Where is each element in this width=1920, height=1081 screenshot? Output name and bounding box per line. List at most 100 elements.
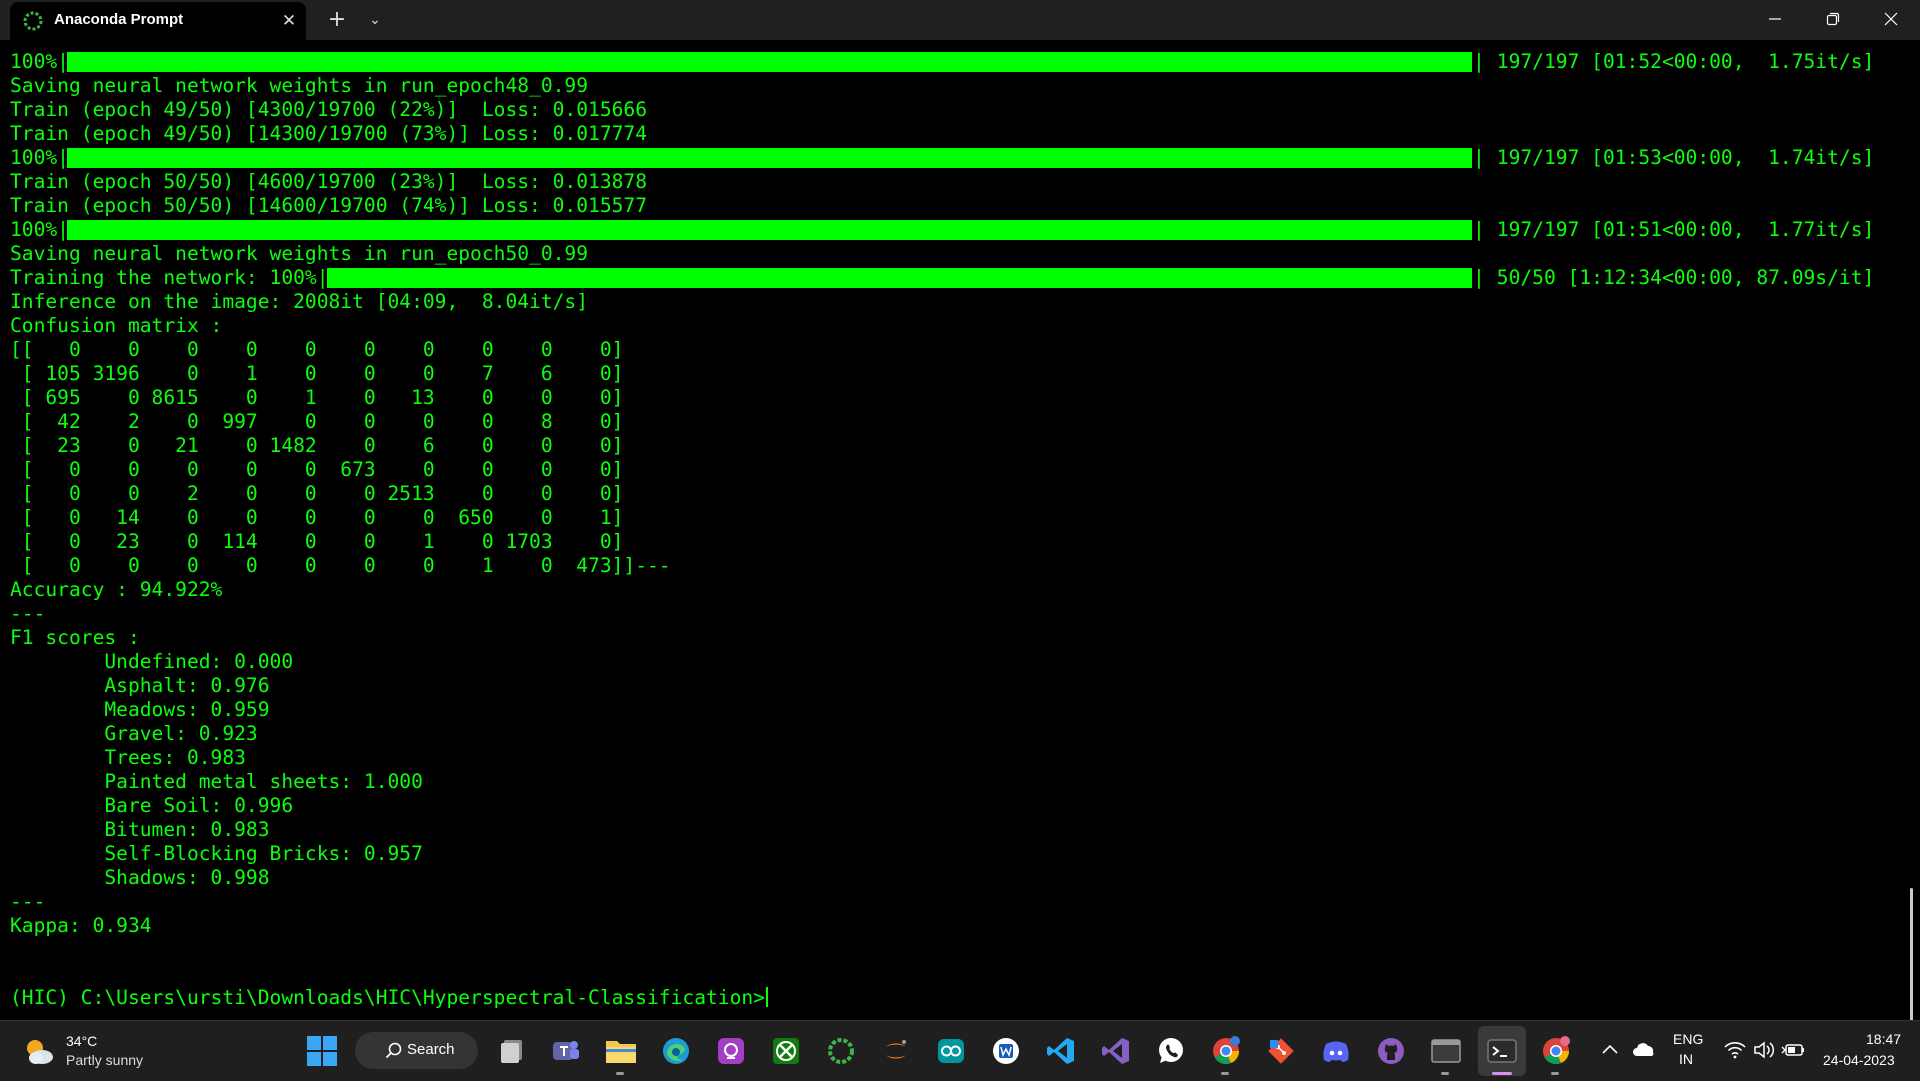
progress-bar-fill (67, 148, 1472, 168)
output-line: [ 0 0 0 0 0 673 0 0 0 0] (10, 458, 624, 481)
anaconda-icon[interactable] (824, 1034, 858, 1068)
output-line: [ 0 14 0 0 0 0 0 650 0 1] (10, 506, 624, 529)
arduino-icon[interactable] (934, 1034, 968, 1068)
output-line: --- (10, 602, 46, 625)
close-icon (1884, 12, 1898, 26)
output-line: Shadows: 0.998 (10, 866, 270, 889)
progress-bar-fill (327, 268, 1472, 288)
word-icon[interactable] (989, 1034, 1023, 1068)
visual-studio-icon[interactable] (1099, 1034, 1133, 1068)
output-line: Bare Soil: 0.996 (10, 794, 294, 817)
restore-icon (1826, 12, 1840, 26)
git-icon[interactable] (1264, 1034, 1298, 1068)
chrome-running-indicator (1221, 1072, 1229, 1075)
chrome-profile-icon[interactable] (1539, 1034, 1573, 1068)
discord-icon[interactable] (1319, 1034, 1353, 1068)
output-line: [ 0 0 2 0 0 0 2513 0 0 0] (10, 482, 624, 505)
output-line: Inference on the image: 2008it [04:09, 8… (10, 290, 589, 313)
xbox-icon[interactable] (769, 1034, 803, 1068)
terminal-active-indicator (1492, 1072, 1512, 1075)
prompt-path: (HIC) C:\Users\ursti\Downloads\HIC\Hyper… (10, 986, 765, 1009)
windows-icon (307, 1036, 337, 1066)
taskbar-search[interactable]: Search (355, 1032, 478, 1069)
show-hidden-icons-icon[interactable] (1597, 1036, 1623, 1062)
restore-button[interactable] (1804, 0, 1862, 38)
output-line: Kappa: 0.934 (10, 914, 152, 937)
whatsapp-icon[interactable] (1154, 1034, 1188, 1068)
output-line: --- (10, 890, 46, 913)
file-explorer-running-indicator (616, 1072, 624, 1075)
taskbar: 34°C Partly sunny Search ENG IN 18:47 24… (0, 1020, 1920, 1081)
vscode-icon[interactable] (1044, 1034, 1078, 1068)
start-button[interactable] (306, 1035, 338, 1067)
output-line: [[ 0 0 0 0 0 0 0 0 0 0] (10, 338, 624, 361)
weather-temperature: 34°C (66, 1033, 98, 1049)
output-line: Asphalt: 0.976 (10, 674, 270, 697)
progress-stats: 197/197 [01:51<00:00, 1.77it/s] (1485, 218, 1875, 241)
weather-description: Partly sunny (66, 1052, 144, 1068)
tab-anaconda-prompt[interactable]: Anaconda Prompt ✕ (10, 2, 306, 40)
output-line: Accuracy : 94.922% (10, 578, 223, 601)
output-line: Confusion matrix : (10, 314, 223, 337)
terminal-output[interactable]: 100%| | 197/197 [01:52<00:00, 1.75it/s] Sa… (0, 40, 1920, 1020)
terminal-icon[interactable] (1478, 1026, 1526, 1076)
progress-bar-end: | (1473, 146, 1485, 169)
progress-bar-fill (67, 220, 1472, 240)
weather-widget[interactable]: 34°C Partly sunny (22, 1031, 182, 1073)
output-line: Self-Blocking Bricks: 0.957 (10, 842, 423, 865)
language-indicator[interactable]: ENG (1673, 1031, 1703, 1047)
progress-prefix: 100%| (10, 218, 69, 241)
command-prompt[interactable]: (HIC) C:\Users\ursti\Downloads\HIC\Hyper… (10, 986, 1905, 1010)
output-line: Train (epoch 49/50) [4300/19700 (22%)] L… (10, 98, 648, 121)
progress-bar-end: | (1473, 218, 1485, 241)
terminal-content: 100%| | 197/197 [01:52<00:00, 1.75it/s] Sa… (10, 50, 1905, 1010)
output-line: Trees: 0.983 (10, 746, 246, 769)
jupyter-icon[interactable] (879, 1034, 913, 1068)
progress-line: 100%| | 197/197 [01:52<00:00, 1.75it/s] (10, 50, 1905, 74)
output-line: Painted metal sheets: 1.000 (10, 770, 423, 793)
wifi-icon[interactable] (1721, 1036, 1749, 1064)
terminal-scrollbar[interactable] (1910, 888, 1913, 1020)
edge-icon[interactable] (659, 1034, 693, 1068)
output-line: Gravel: 0.923 (10, 722, 258, 745)
tab-title: Anaconda Prompt (54, 11, 184, 28)
volume-icon[interactable] (1750, 1036, 1778, 1064)
progress-bar-fill (67, 52, 1472, 72)
output-line: [ 695 0 8615 0 1 0 13 0 0 0] (10, 386, 624, 409)
title-bar: Anaconda Prompt ✕ + ⌄ (0, 0, 1920, 40)
progress-line: Training the network: 100%| | 50/50 [1:12… (10, 266, 1905, 290)
region-indicator: IN (1679, 1051, 1693, 1067)
minimize-button[interactable] (1746, 0, 1804, 38)
output-line: Bitumen: 0.983 (10, 818, 270, 841)
output-line: [ 23 0 21 0 1482 0 6 0 0 0] (10, 434, 624, 457)
clock-date[interactable]: 24-04-2023 (1823, 1052, 1895, 1068)
onedrive-icon[interactable] (1630, 1036, 1658, 1062)
github-icon[interactable] (1374, 1034, 1408, 1068)
progress-prefix: 100%| (10, 50, 69, 73)
battery-icon[interactable] (1779, 1036, 1807, 1064)
progress-stats: 50/50 [1:12:34<00:00, 87.09s/it] (1485, 266, 1875, 289)
task-view-icon[interactable] (496, 1034, 530, 1068)
close-button[interactable] (1862, 0, 1920, 38)
file-explorer-icon[interactable] (604, 1034, 638, 1068)
progress-bar-end: | (1473, 266, 1485, 289)
tab-close-icon[interactable]: ✕ (278, 10, 300, 32)
teams-icon[interactable] (549, 1034, 583, 1068)
progress-line: 100%| | 197/197 [01:51<00:00, 1.77it/s] (10, 218, 1905, 242)
output-line: [ 0 0 0 0 0 0 0 1 0 473]]--- (10, 554, 671, 577)
console-running-indicator (1441, 1072, 1449, 1075)
progress-stats: 197/197 [01:52<00:00, 1.75it/s] (1485, 50, 1875, 73)
tab-dropdown-button[interactable]: ⌄ (360, 6, 390, 34)
new-tab-button[interactable]: + (322, 6, 352, 34)
clock-time[interactable]: 18:47 (1866, 1031, 1901, 1047)
progress-bar-end: | (1473, 50, 1485, 73)
chrome-icon[interactable] (1209, 1034, 1243, 1068)
console-icon[interactable] (1429, 1034, 1463, 1068)
app-icon[interactable] (714, 1034, 748, 1068)
progress-stats: 197/197 [01:53<00:00, 1.74it/s] (1485, 146, 1875, 169)
output-line: Meadows: 0.959 (10, 698, 270, 721)
minimize-icon (1769, 18, 1781, 20)
progress-prefix: 100%| (10, 146, 69, 169)
